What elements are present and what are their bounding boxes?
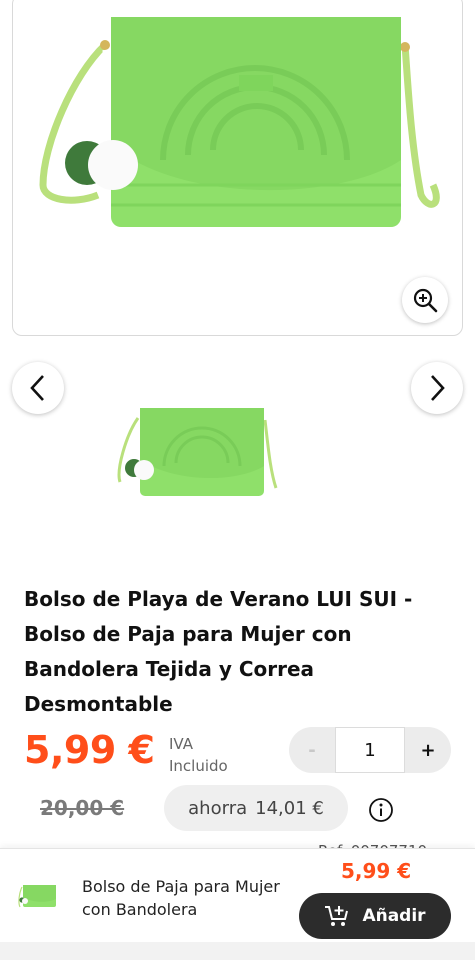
thumbnail-image [117, 408, 278, 496]
chevron-left-icon [30, 375, 44, 401]
quantity-input[interactable]: 1 [335, 727, 405, 773]
bar-product-price: 5,99 € [341, 859, 412, 883]
zoom-in-icon [413, 288, 438, 313]
bar-product-thumbnail [18, 885, 56, 908]
add-to-cart-label: Añadir [362, 906, 426, 926]
zoom-button[interactable] [402, 277, 448, 323]
info-icon[interactable] [368, 797, 394, 823]
bar-product-name: Bolso de Paja para Mujer con Bandolera [82, 877, 280, 919]
original-price: 20,00 € [40, 796, 125, 820]
savings-label: ahorra [188, 797, 248, 819]
tax-note-line2: Incluido [169, 757, 228, 775]
cart-add-icon [325, 906, 349, 926]
gallery-next-button[interactable] [411, 362, 463, 414]
savings-badge: ahorra 14,01 € [164, 785, 348, 831]
tax-note-line1: IVA [169, 735, 193, 753]
gallery-thumbnail[interactable] [108, 400, 280, 500]
quantity-increase-button[interactable]: + [405, 727, 451, 773]
main-product-image[interactable] [12, 0, 463, 336]
product-title: Bolso de Playa de Verano LUI SUI - Bolso… [24, 587, 413, 716]
product-price: 5,99 € [24, 728, 155, 772]
savings-amount: 14,01 € [255, 797, 324, 819]
bag-illustration [39, 17, 440, 227]
gallery-prev-button[interactable] [12, 362, 64, 414]
quantity-stepper: - 1 + [289, 727, 451, 773]
add-to-cart-button[interactable]: Añadir [299, 893, 451, 939]
chevron-right-icon [431, 375, 445, 401]
system-nav-area [0, 942, 475, 960]
quantity-decrease-button[interactable]: - [289, 727, 335, 773]
tax-note: IVA Incluido [169, 733, 228, 777]
